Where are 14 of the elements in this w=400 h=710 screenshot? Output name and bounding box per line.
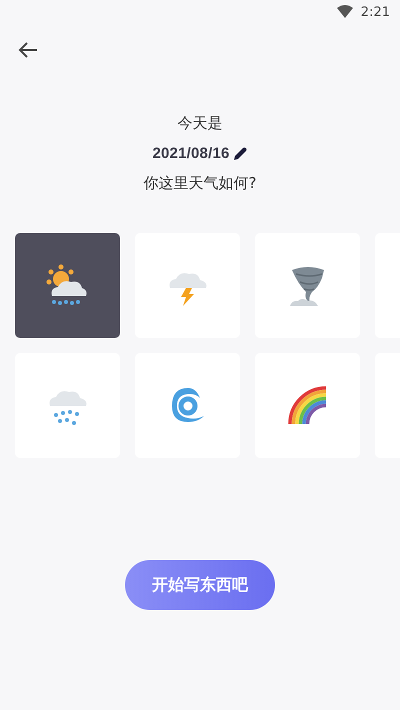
weather-tile[interactable] <box>15 233 120 338</box>
wifi-icon <box>336 5 353 19</box>
start-writing-button[interactable]: 开始写东西吧 <box>125 560 275 610</box>
weather-tile[interactable] <box>255 233 360 338</box>
question-text: 你这里天气如何? <box>144 174 256 193</box>
weather-tile[interactable] <box>135 353 240 458</box>
weather-tile[interactable] <box>15 353 120 458</box>
weather-tile[interactable] <box>255 353 360 458</box>
intro-text: 今天是 <box>178 114 222 133</box>
status-time: 2:21 <box>360 4 390 20</box>
date-text: 2021/08/16 <box>152 145 230 162</box>
back-icon[interactable] <box>18 41 38 59</box>
pencil-icon[interactable] <box>232 146 248 162</box>
weather-tile[interactable] <box>135 233 240 338</box>
